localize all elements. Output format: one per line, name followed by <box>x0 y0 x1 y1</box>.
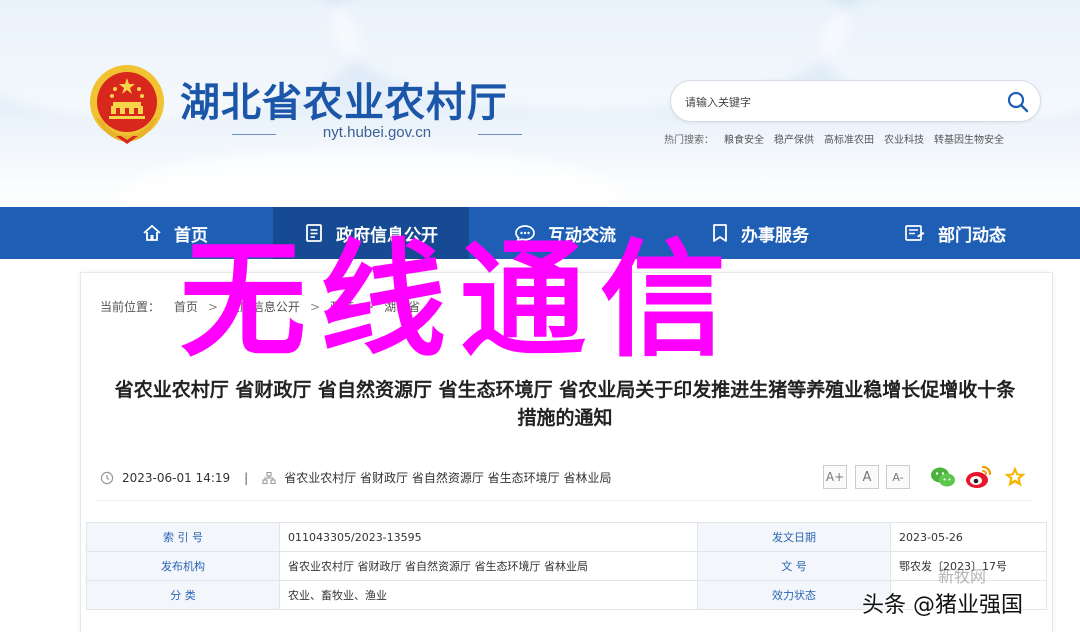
font-button-label: A- <box>892 470 904 484</box>
table-value: 2023-05-26 <box>890 522 1047 552</box>
search-icon[interactable] <box>1006 90 1030 114</box>
watermark-small: 新牧网 <box>938 567 987 586</box>
table-row: 索 引 号 011043305/2023-13595 发文日期 2023-05-… <box>86 522 1047 552</box>
font-increase-button[interactable]: A+ <box>823 465 847 489</box>
weibo-icon[interactable] <box>965 464 993 490</box>
hot-search-item[interactable]: 转基因生物安全 <box>934 135 1004 146</box>
publish-date: 2023-06-01 14:19 <box>122 470 231 485</box>
nav-item-dept-news[interactable]: 部门动态 <box>880 207 1030 259</box>
meta-divider-line <box>97 500 1032 501</box>
favorite-icon[interactable] <box>1003 465 1027 489</box>
search-box <box>670 80 1041 122</box>
clock-icon <box>100 471 114 484</box>
hot-search: 热门搜索： 粮食安全 稳产保供 高标准农田 农业科技 转基因生物安全 <box>664 131 1014 146</box>
site-domain: nyt.hubei.gov.cn <box>232 124 522 144</box>
table-value: 011043305/2023-13595 <box>279 522 698 552</box>
font-button-label: A+ <box>825 470 845 484</box>
hot-search-item[interactable]: 农业科技 <box>884 135 924 146</box>
watermark-text: 头条 @猪业强国 <box>862 593 1023 618</box>
table-row: 发布机构 省农业农村厅 省财政厅 省自然资源厅 省生态环境厅 省林业局 文 号 … <box>86 551 1047 581</box>
nav-label: 办事服务 <box>741 225 809 246</box>
table-value: 省农业农村厅 省财政厅 省自然资源厅 省生态环境厅 省林业局 <box>279 551 698 581</box>
article-title: 省农业农村厅 省财政厅 省自然资源厅 省生态环境厅 省农业局关于印发推进生猪等养… <box>100 376 1030 432</box>
font-button-label: A <box>862 469 872 485</box>
hot-search-label: 热门搜索： <box>664 135 714 146</box>
hot-search-item[interactable]: 高标准农田 <box>824 135 874 146</box>
font-decrease-button[interactable]: A- <box>886 465 910 489</box>
news-icon <box>905 225 925 241</box>
article-meta: 2023-06-01 14:19 | 省农业农村厅 省财政厅 省自然资源厅 省生… <box>100 469 611 486</box>
table-label: 分 类 <box>86 580 280 610</box>
nav-label: 部门动态 <box>938 225 1006 246</box>
hot-search-item[interactable]: 粮食安全 <box>724 135 764 146</box>
publishing-orgs: 省农业农村厅 省财政厅 省自然资源厅 省生态环境厅 省林业局 <box>284 471 612 485</box>
table-label: 索 引 号 <box>86 522 280 552</box>
organization-icon <box>262 471 276 484</box>
site-title: 湖北省农业农村厅 <box>180 79 508 126</box>
home-icon <box>143 224 161 241</box>
wechat-icon[interactable] <box>930 465 956 489</box>
domain-text: nyt.hubei.gov.cn <box>322 124 432 141</box>
table-label: 发文日期 <box>697 522 891 552</box>
meta-divider: | <box>244 470 249 485</box>
site-header: 湖北省农业农村厅 nyt.hubei.gov.cn 热门搜索： 粮食安全稳产保供高… <box>0 0 1080 207</box>
overlay-headline: 无线通信 <box>180 227 740 374</box>
table-label: 文 号 <box>697 551 891 581</box>
font-default-button[interactable]: A <box>855 465 879 489</box>
breadcrumb-label: 当前位置： <box>100 300 161 314</box>
article-title-line: 省农业农村厅 省财政厅 省自然资源厅 省生态环境厅 省农业局关于印发推进生猪等养… <box>114 379 1016 401</box>
article-title-line: 措施的通知 <box>517 407 613 429</box>
hot-search-item[interactable]: 稳产保供 <box>774 135 814 146</box>
search-input[interactable] <box>685 91 985 113</box>
table-label: 发布机构 <box>86 551 280 581</box>
table-value: 农业、畜牧业、渔业 <box>279 580 698 610</box>
national-emblem-icon <box>90 65 164 144</box>
